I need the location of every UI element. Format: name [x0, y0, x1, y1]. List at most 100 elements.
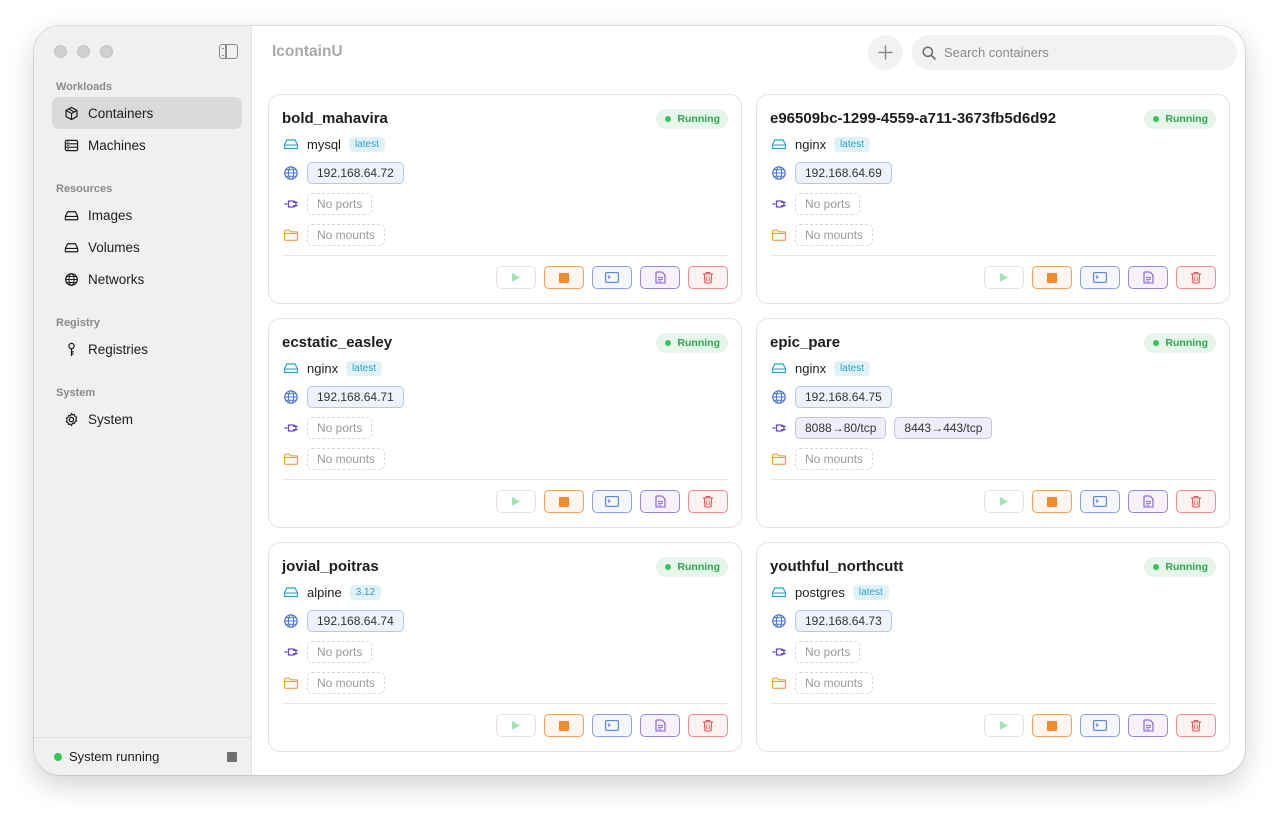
logs-button[interactable]: [1128, 490, 1168, 513]
sidebar-item-label: Containers: [88, 105, 154, 121]
status-badge: Running: [1144, 333, 1216, 353]
logs-button[interactable]: [1128, 714, 1168, 737]
image-tag: 3.12: [349, 584, 382, 600]
container-card[interactable]: e96509bc-1299-4559-a711-3673fb5d6d92 Runn…: [756, 94, 1230, 304]
mounts-row: No mounts: [771, 448, 874, 470]
cube-icon: [65, 106, 78, 120]
sidebar-item-volumes[interactable]: Volumes: [52, 231, 242, 263]
stop-icon: [1047, 272, 1057, 283]
globe-icon: [65, 272, 78, 286]
terminal-button[interactable]: [1080, 714, 1120, 737]
logs-button[interactable]: [640, 714, 680, 737]
delete-button[interactable]: [1176, 490, 1216, 513]
card-divider: [282, 703, 728, 704]
no-mounts-chip: No mounts: [795, 672, 874, 694]
ports-row: No ports: [283, 193, 373, 215]
container-name: ecstatic_easley: [282, 334, 393, 351]
image-tag: latest: [834, 136, 870, 152]
no-mounts-chip: No mounts: [307, 672, 386, 694]
delete-button[interactable]: [688, 266, 728, 289]
add-container-button[interactable]: [868, 35, 903, 70]
start-button[interactable]: [984, 266, 1024, 289]
image-name: nginx: [795, 136, 827, 152]
ip-address-chip: 192.168.64.73: [795, 610, 892, 632]
network-icon: [284, 166, 298, 180]
image-icon: [283, 139, 299, 150]
delete-button[interactable]: [1176, 266, 1216, 289]
image-tag: latest: [348, 136, 385, 152]
start-button[interactable]: [496, 714, 536, 737]
start-button[interactable]: [984, 714, 1024, 737]
folder-icon: [771, 453, 787, 465]
folder-icon: [771, 677, 787, 689]
gear-icon: [65, 412, 78, 426]
start-button[interactable]: [496, 490, 536, 513]
status-dot: [1153, 340, 1160, 346]
mounts-row: No mounts: [771, 224, 874, 246]
search-input[interactable]: [944, 45, 1224, 60]
logs-button[interactable]: [1128, 266, 1168, 289]
sidebar-item-system[interactable]: System: [52, 403, 242, 435]
container-card[interactable]: jovial_poitras Running alpine 3.12 192.168.6…: [268, 542, 742, 752]
network-icon: [772, 614, 786, 628]
close-window-button[interactable]: [54, 45, 67, 58]
sidebar-item-networks[interactable]: Networks: [52, 263, 242, 295]
image-name: mysql: [307, 136, 341, 152]
terminal-button[interactable]: [592, 490, 632, 513]
container-name: bold_mahavira: [282, 110, 388, 127]
network-row: 192.168.64.75: [771, 386, 892, 408]
trash-icon: [1191, 271, 1201, 284]
status-badge: Running: [656, 557, 728, 577]
document-icon: [1142, 271, 1154, 284]
stop-system-button[interactable]: [227, 752, 237, 762]
sidebar-item-label: Images: [88, 207, 133, 223]
network-row: 192.168.64.71: [283, 386, 404, 408]
sidebar-item-images[interactable]: Images: [52, 199, 242, 231]
sidebar-item-machines[interactable]: Machines: [52, 129, 242, 161]
window-controls: [54, 45, 113, 58]
port-mapping-chip: 8088→80/tcp: [795, 417, 887, 439]
no-ports-chip: No ports: [795, 193, 861, 215]
sidebar-item-containers[interactable]: Containers: [52, 97, 242, 129]
sidebar-toggle-icon[interactable]: [219, 44, 238, 59]
terminal-button[interactable]: [592, 714, 632, 737]
stop-button[interactable]: [1032, 490, 1072, 513]
container-actions: [496, 490, 728, 513]
search-box[interactable]: [912, 35, 1237, 70]
container-card[interactable]: epic_pare Running nginx latest 192.168.64.75…: [756, 318, 1230, 528]
sidebar-section-title: Resources: [56, 183, 113, 195]
container-card[interactable]: youthful_northcutt Running postgres latest 1…: [756, 542, 1230, 752]
port-mapping-chip: 8443→443/tcp: [894, 417, 993, 439]
status-badge: Running: [1144, 557, 1216, 577]
image-row: alpine 3.12: [283, 584, 382, 600]
start-button[interactable]: [496, 266, 536, 289]
delete-button[interactable]: [688, 714, 728, 737]
image-icon: [771, 139, 787, 150]
plug-icon: [284, 424, 298, 432]
sidebar-item-registries[interactable]: Registries: [52, 333, 242, 365]
stop-button[interactable]: [544, 714, 584, 737]
minimize-window-button[interactable]: [77, 45, 90, 58]
delete-button[interactable]: [688, 490, 728, 513]
terminal-button[interactable]: [1080, 490, 1120, 513]
container-card[interactable]: bold_mahavira Running mysql latest 192.168.6…: [268, 94, 742, 304]
zoom-window-button[interactable]: [100, 45, 113, 58]
terminal-button[interactable]: [1080, 266, 1120, 289]
logs-button[interactable]: [640, 490, 680, 513]
terminal-button[interactable]: [592, 266, 632, 289]
stop-button[interactable]: [1032, 714, 1072, 737]
sidebar-section-title: Registry: [56, 317, 101, 329]
start-button[interactable]: [984, 490, 1024, 513]
stop-button[interactable]: [1032, 266, 1072, 289]
ip-address-chip: 192.168.64.75: [795, 386, 892, 408]
play-icon: [512, 721, 520, 730]
logs-button[interactable]: [640, 266, 680, 289]
network-icon: [284, 614, 298, 628]
container-card[interactable]: ecstatic_easley Running nginx latest 192.168…: [268, 318, 742, 528]
delete-button[interactable]: [1176, 714, 1216, 737]
stop-button[interactable]: [544, 490, 584, 513]
stop-button[interactable]: [544, 266, 584, 289]
mounts-row: No mounts: [283, 224, 386, 246]
status-dot: [665, 564, 672, 570]
network-row: 192.168.64.74: [283, 610, 404, 632]
